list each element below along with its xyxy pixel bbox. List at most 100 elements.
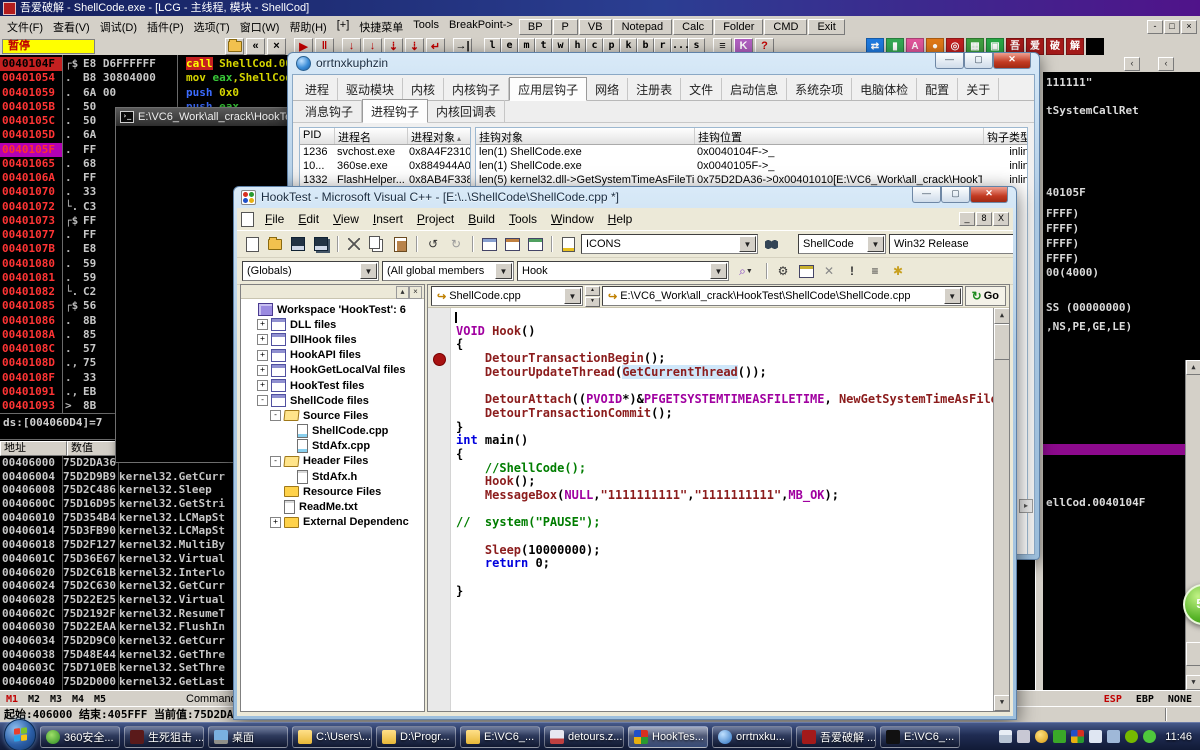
hooktool-titlebar[interactable]: orrtnxkuphzin xyxy=(288,53,1039,73)
taskbar-button-orrtnxku-[interactable]: orrtnxku... xyxy=(712,725,792,748)
hooktool-tab-驱动模块[interactable]: 驱动模块 xyxy=(338,78,404,100)
output-toggle-button[interactable] xyxy=(502,235,522,254)
vc-menu-file[interactable]: File xyxy=(258,210,291,228)
restart-button[interactable]: « xyxy=(246,37,265,55)
dump-header-cell[interactable]: 地址 xyxy=(0,441,67,456)
debugger-titlebar[interactable]: 吾爱破解 - ShellCode.exe - [LCG - 主线程, 模块 - … xyxy=(0,0,1200,16)
tree-item[interactable]: + DllHook files xyxy=(244,332,424,347)
spin-up-icon[interactable]: ▲ xyxy=(585,285,600,296)
tree-item[interactable]: + HookGetLocalVal files xyxy=(244,363,424,378)
tray-window-icon[interactable] xyxy=(1107,730,1121,743)
hooktool-subtab-内核回调表[interactable]: 内核回调表 xyxy=(428,100,506,122)
file-combo[interactable]: ↪ ShellCode.cpp ▼ xyxy=(431,286,583,306)
collapse-icon[interactable]: - xyxy=(270,455,281,467)
taskbar-button-hooktes-[interactable]: HookTes... xyxy=(628,725,708,748)
scope-combo[interactable]: (Globals) ▼ xyxy=(242,261,379,281)
tree-item[interactable]: StdAfx.h xyxy=(244,469,424,484)
spin-down-icon[interactable]: ▼ xyxy=(585,296,600,307)
hooktool-tab-关于[interactable]: 关于 xyxy=(958,78,1000,100)
vc-menu-tools[interactable]: Tools xyxy=(502,210,544,228)
process-row[interactable]: 1236 svchost.exe 0x8A4F2310 xyxy=(300,145,470,159)
scroll-left-icon[interactable]: ‹ xyxy=(1158,57,1174,71)
windows-colors-icon[interactable] xyxy=(1071,730,1085,743)
stack-selected-row[interactable] xyxy=(1043,444,1185,455)
process-column-header[interactable]: PID xyxy=(300,128,335,144)
tree-item[interactable]: - ShellCode files xyxy=(244,393,424,408)
vc-titlebar[interactable]: HookTest - Microsoft Visual C++ - [E:\..… xyxy=(234,187,1016,207)
find-in-files-button[interactable] xyxy=(761,235,781,254)
scrollbar-thumb[interactable] xyxy=(994,324,1009,360)
taskbar-button-e-vc6-[interactable]: E:\VC6_... xyxy=(880,725,960,748)
minimize-button[interactable]: — xyxy=(935,53,964,69)
taskbar-button-e-vc6-[interactable]: E:\VC6_... xyxy=(460,725,540,748)
build-button[interactable] xyxy=(796,262,816,281)
wizard-actions-button[interactable]: ⌕ ▼ xyxy=(732,262,760,281)
hscroll-arrow-icon[interactable]: ▸ xyxy=(1019,499,1033,513)
scroll-left-icon[interactable]: ‹ xyxy=(1124,57,1140,71)
process-column-header[interactable]: 进程对象 ▴ xyxy=(408,128,470,144)
close-icon[interactable]: × xyxy=(409,286,422,299)
dbg-menu-item[interactable]: Tools xyxy=(408,17,444,37)
dbg-menu-button[interactable]: Calc xyxy=(673,18,714,35)
memory-tab[interactable]: M5 xyxy=(94,692,106,707)
symbol-combo[interactable]: Hook ▼ xyxy=(517,261,729,281)
hooktool-tab-配置[interactable]: 配置 xyxy=(917,78,959,100)
360-circle-icon[interactable] xyxy=(1143,730,1157,743)
close-process-button[interactable]: × xyxy=(267,37,286,55)
workspace-toggle-button[interactable] xyxy=(479,235,499,254)
find-combo[interactable]: ICONS ▼ xyxy=(581,234,758,254)
new-file-button[interactable] xyxy=(242,235,262,254)
expand-icon[interactable]: + xyxy=(257,364,268,376)
memory-tab[interactable]: M4 xyxy=(72,692,84,707)
paste-button[interactable] xyxy=(390,235,410,254)
collapse-icon[interactable]: - xyxy=(257,395,268,407)
copy-button[interactable] xyxy=(367,235,387,254)
maximize-button[interactable]: ▢ xyxy=(941,187,970,203)
pojie-tile-icon[interactable]: 解 xyxy=(1066,37,1084,55)
dbg-menu-item[interactable]: 文件(F) xyxy=(2,17,48,37)
tree-item[interactable]: ShellCode.cpp xyxy=(244,424,424,439)
taskbar-button-c-users-[interactable]: C:\Users\... xyxy=(292,725,372,748)
hook-row[interactable]: len(1) ShellCode.exe0x0040105F->_inlineC xyxy=(476,159,1027,173)
stack-scrollbar[interactable]: ▲ ▼ xyxy=(1185,360,1200,690)
taskbar-button--[interactable]: 生死狙击 ... xyxy=(124,725,204,748)
hook-column-header[interactable]: 钩子类型 xyxy=(984,128,1027,144)
taskbar-button-360-[interactable]: 360安全... xyxy=(40,725,120,748)
vc-menu-view[interactable]: View xyxy=(326,210,366,228)
go-debug-button[interactable]: ≡ xyxy=(865,262,885,281)
start-button[interactable] xyxy=(4,718,36,750)
execute-button[interactable]: ! xyxy=(842,262,862,281)
dbg-menu-button[interactable]: P xyxy=(552,18,578,35)
workspace-pane-gripper[interactable]: ▴ × xyxy=(241,285,424,299)
mdi-control-button[interactable]: 8 xyxy=(976,212,992,226)
code-editor[interactable]: VOID Hook(){ DetourTransactionBegin(); D… xyxy=(428,308,1009,711)
dbg-menu-item[interactable]: 插件(P) xyxy=(142,17,189,37)
hooktool-tab-系统杂项[interactable]: 系统杂项 xyxy=(787,78,853,100)
tree-item[interactable]: + HookTest files xyxy=(244,378,424,393)
memory-tab[interactable]: M3 xyxy=(50,692,62,707)
dbg-menu-button[interactable]: Exit xyxy=(808,18,845,35)
hooktool-tab-电脑体检[interactable]: 电脑体检 xyxy=(852,78,918,100)
maximize-button[interactable]: ▢ xyxy=(964,53,993,69)
nvidia-icon[interactable] xyxy=(1125,730,1139,743)
chevron-down-icon[interactable]: ▼ xyxy=(867,236,884,252)
vc-menu-window[interactable]: Window xyxy=(544,210,601,228)
chevron-down-icon[interactable]: ▼ xyxy=(495,263,512,279)
chevron-down-icon[interactable]: ▼ xyxy=(710,263,727,279)
close-button[interactable]: ✕ xyxy=(970,187,1008,203)
breakpoint-icon[interactable] xyxy=(433,353,446,367)
tree-item[interactable]: ReadMe.txt xyxy=(244,499,424,515)
dbg-menu-item[interactable]: 窗口(W) xyxy=(235,17,285,37)
process-column-header[interactable]: 进程名 xyxy=(335,128,408,144)
hooktool-tab-内核[interactable]: 内核 xyxy=(403,78,445,100)
scroll-down-icon[interactable]: ▼ xyxy=(1186,675,1200,690)
taskbar-button-d-progr-[interactable]: D:\Progr... xyxy=(376,725,456,748)
tree-item[interactable]: StdAfx.cpp xyxy=(244,439,424,454)
members-combo[interactable]: (All global members ▼ xyxy=(382,261,514,281)
360-shield-icon[interactable] xyxy=(1053,730,1067,743)
scroll-down-icon[interactable]: ▼ xyxy=(994,695,1009,711)
dbg-menu-button[interactable]: VB xyxy=(578,18,612,35)
tree-item[interactable]: + HookAPI files xyxy=(244,348,424,363)
dbg-menu-button[interactable]: Notepad xyxy=(612,18,673,35)
memory-tab[interactable]: M1 xyxy=(6,692,18,707)
